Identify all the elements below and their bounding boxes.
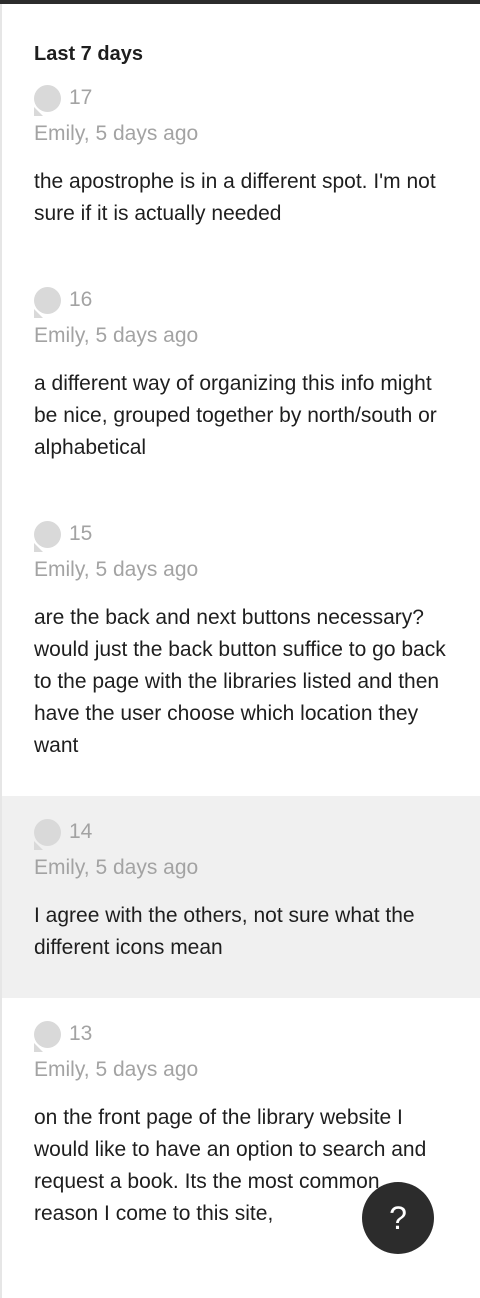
- comment-header: 16: [34, 284, 448, 318]
- comment-item[interactable]: 15 Emily, 5 days ago are the back and ne…: [2, 498, 480, 796]
- comment-author-time: Emily, 5 days ago: [34, 122, 199, 145]
- comment-text: are the back and next buttons necessary?…: [34, 606, 446, 757]
- help-button[interactable]: ?: [362, 1182, 434, 1254]
- comment-item[interactable]: 16 Emily, 5 days ago a different way of …: [2, 264, 480, 498]
- comment-header: 14: [34, 816, 448, 850]
- comment-number: 14: [69, 820, 93, 843]
- comment-item[interactable]: 17 Emily, 5 days ago the apostrophe is i…: [2, 62, 480, 264]
- comment-bubble-icon: [34, 286, 61, 318]
- comment-bubble-icon: [34, 84, 61, 116]
- comment-number: 13: [69, 1022, 93, 1045]
- comment-bubble-icon: [34, 520, 61, 552]
- comment-number: 16: [69, 288, 93, 311]
- comment-author-time: Emily, 5 days ago: [34, 324, 199, 347]
- comments-panel: Last 7 days 17 Emily, 5 days ago the apo…: [2, 4, 480, 1264]
- comment-author-time: Emily, 5 days ago: [34, 558, 199, 581]
- comment-text: the apostrophe is in a different spot. I…: [34, 170, 436, 225]
- comment-text: a different way of organizing this info …: [34, 372, 437, 459]
- comment-author-time: Emily, 5 days ago: [34, 856, 199, 879]
- comment-number: 15: [69, 522, 93, 545]
- comment-number: 17: [69, 86, 93, 109]
- section-title: Last 7 days: [34, 43, 143, 65]
- comment-bubble-icon: [34, 1020, 61, 1052]
- comment-text: I agree with the others, not sure what t…: [34, 904, 415, 959]
- comment-author-time: Emily, 5 days ago: [34, 1058, 199, 1081]
- comment-header: 13: [34, 1018, 448, 1052]
- comment-item[interactable]: 14 Emily, 5 days ago I agree with the ot…: [2, 796, 480, 998]
- help-icon: ?: [389, 1200, 407, 1236]
- comment-header: 17: [34, 82, 448, 116]
- comment-bubble-icon: [34, 818, 61, 850]
- comment-header: 15: [34, 518, 448, 552]
